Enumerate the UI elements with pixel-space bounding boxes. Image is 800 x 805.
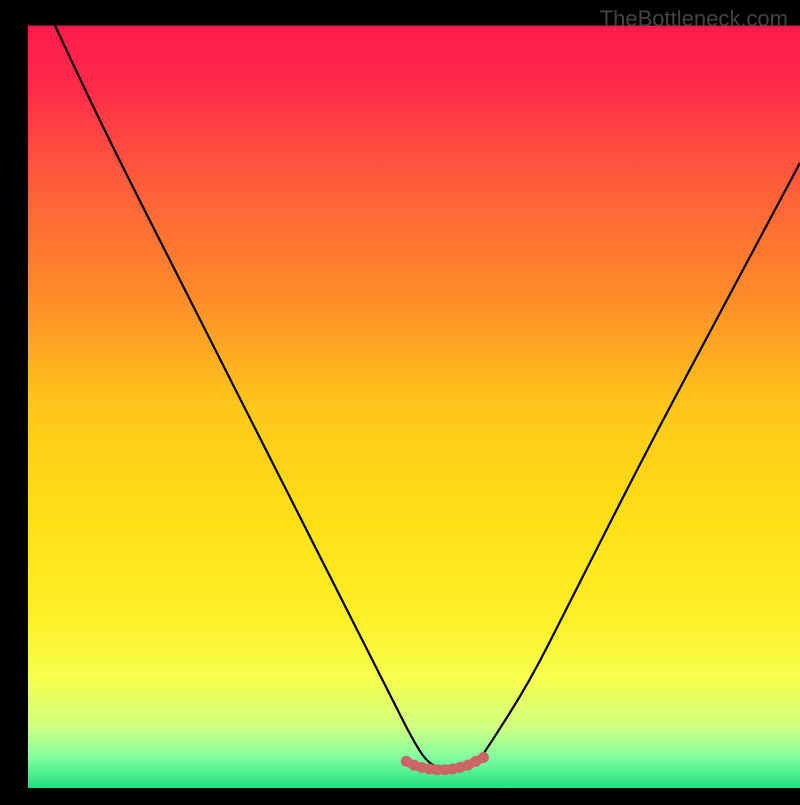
bottleneck-chart (0, 0, 800, 800)
chart-container (0, 0, 800, 800)
watermark-label: TheBottleneck.com (600, 6, 788, 32)
chart-background (28, 26, 800, 788)
